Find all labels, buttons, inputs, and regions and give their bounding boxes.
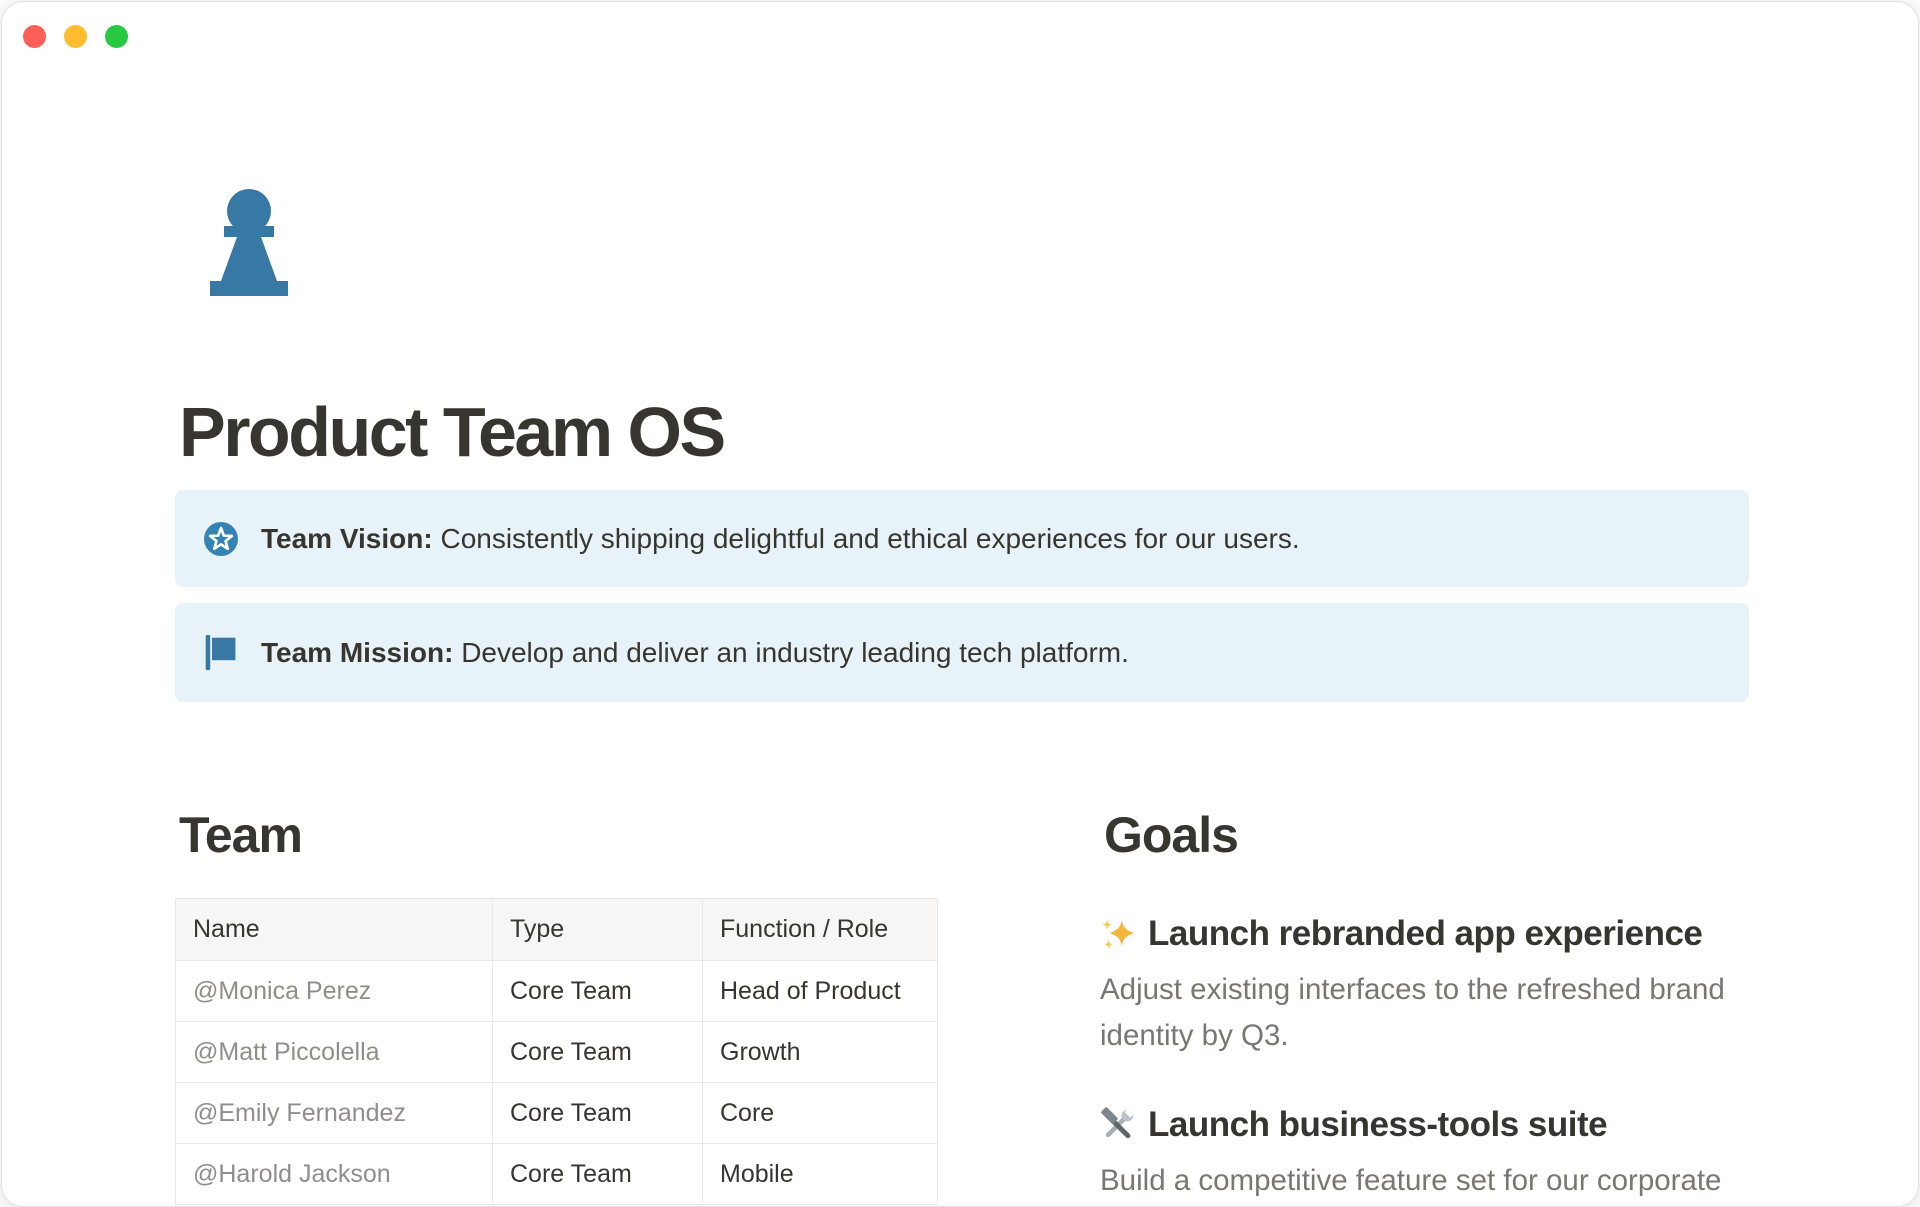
cell-name[interactable]: @Emily Fernandez <box>176 1083 493 1144</box>
app-window: Product Team OS Team Vision: Consistentl… <box>1 1 1919 1207</box>
column-header-name[interactable]: Name <box>176 899 493 961</box>
minimize-button[interactable] <box>64 25 87 48</box>
team-column: Team Name Type Function / Role @Monica P… <box>175 806 937 1205</box>
cell-type[interactable]: Core Team <box>493 1083 703 1144</box>
goal-description[interactable]: Adjust existing interfaces to the refres… <box>1100 967 1749 1059</box>
goals-heading[interactable]: Goals <box>1104 806 1749 864</box>
window-controls <box>23 25 128 48</box>
sparkles-icon <box>1100 916 1136 952</box>
cell-role[interactable]: Mobile <box>703 1144 938 1205</box>
flag-icon[interactable] <box>203 633 239 673</box>
hammer-wrench-icon <box>1100 1107 1136 1143</box>
table-row: @Matt Piccolella Core Team Growth <box>176 1022 938 1083</box>
goal-item: Launch business-tools suite Build a comp… <box>1100 1103 1749 1204</box>
team-heading[interactable]: Team <box>179 806 937 864</box>
vision-body: Consistently shipping delightful and eth… <box>440 523 1299 554</box>
goal-title-text: Launch business-tools suite <box>1148 1103 1607 1147</box>
table-header-row: Name Type Function / Role <box>176 899 938 961</box>
table-row: @Monica Perez Core Team Head of Product <box>176 961 938 1022</box>
cell-role[interactable]: Head of Product <box>703 961 938 1022</box>
zoom-button[interactable] <box>105 25 128 48</box>
cell-type[interactable]: Core Team <box>493 1144 703 1205</box>
table-row: @Emily Fernandez Core Team Core <box>176 1083 938 1144</box>
mission-callout[interactable]: Team Mission: Develop and deliver an ind… <box>175 603 1749 702</box>
cell-role[interactable]: Core <box>703 1083 938 1144</box>
vision-callout[interactable]: Team Vision: Consistently shipping delig… <box>175 490 1749 587</box>
cell-name[interactable]: @Harold Jackson <box>176 1144 493 1205</box>
cell-role[interactable]: Growth <box>703 1022 938 1083</box>
table-row: @Harold Jackson Core Team Mobile <box>176 1144 938 1205</box>
team-table: Name Type Function / Role @Monica Perez … <box>175 898 938 1205</box>
vision-label: Team Vision: <box>261 523 433 554</box>
goal-title-text: Launch rebranded app experience <box>1148 912 1702 956</box>
column-header-type[interactable]: Type <box>493 899 703 961</box>
goal-title-rebrand[interactable]: Launch rebranded app experience <box>1100 912 1749 956</box>
goals-column: Goals Launch rebranded app experience Ad… <box>1100 806 1749 1205</box>
column-header-role[interactable]: Function / Role <box>703 899 938 961</box>
mission-body: Develop and deliver an industry leading … <box>461 637 1129 668</box>
vision-text: Team Vision: Consistently shipping delig… <box>261 520 1300 558</box>
cell-type[interactable]: Core Team <box>493 1022 703 1083</box>
star-badge-icon[interactable] <box>203 519 239 559</box>
cell-name[interactable]: @Matt Piccolella <box>176 1022 493 1083</box>
page-content: Product Team OS Team Vision: Consistentl… <box>175 2 1749 1205</box>
cell-type[interactable]: Core Team <box>493 961 703 1022</box>
close-button[interactable] <box>23 25 46 48</box>
goal-title-business-tools[interactable]: Launch business-tools suite <box>1100 1103 1749 1147</box>
mission-label: Team Mission: <box>261 637 453 668</box>
pawn-icon[interactable] <box>203 188 295 300</box>
two-column-layout: Team Name Type Function / Role @Monica P… <box>175 806 1749 1205</box>
cell-name[interactable]: @Monica Perez <box>176 961 493 1022</box>
page-title[interactable]: Product Team OS <box>179 396 1749 468</box>
goal-item: Launch rebranded app experience Adjust e… <box>1100 912 1749 1059</box>
goal-description[interactable]: Build a competitive feature set for our … <box>1100 1158 1749 1204</box>
mission-text: Team Mission: Develop and deliver an ind… <box>261 634 1129 672</box>
